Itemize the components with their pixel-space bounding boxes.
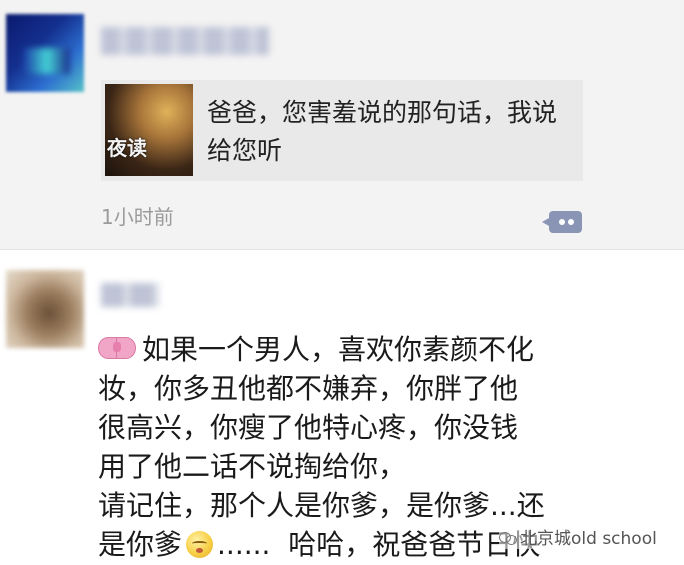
wechat-icon xyxy=(499,531,517,545)
post-text-line: ...... 哈哈，祝爸爸节日快 xyxy=(217,528,541,561)
article-title: 爸爸，您害羞说的那句话，我说给您听 xyxy=(207,98,558,165)
watermark: 北京城old school xyxy=(499,524,657,549)
user-name-1-blurred[interactable] xyxy=(101,27,269,55)
post-text-line: 妆，你多丑他都不嫌弃，你胖了他 xyxy=(98,372,519,405)
shared-article-card[interactable]: 夜读 爸爸，您害羞说的那句话，我说给您听 xyxy=(101,80,583,181)
article-thumbnail: 夜读 xyxy=(105,84,193,176)
thumbnail-label: 夜读 xyxy=(107,136,147,160)
moments-post-1: 夜读 爸爸，您害羞说的那句话，我说给您听 1小时前 xyxy=(0,0,684,249)
user-avatar-1[interactable] xyxy=(6,14,84,92)
watermark-text: 北京城old school xyxy=(520,529,657,549)
post-divider xyxy=(0,249,684,250)
ribbon-bow-emoji xyxy=(98,334,136,362)
user-avatar-2[interactable] xyxy=(6,270,84,348)
user-name-2-blurred[interactable] xyxy=(101,283,159,307)
post-text-line: 用了他二话不说掏给你， xyxy=(98,450,407,483)
comment-icon[interactable] xyxy=(542,211,582,233)
embarrassed-face-emoji xyxy=(186,531,214,558)
post-text-line: 请记住，那个人是你爹，是你爹...还 xyxy=(98,489,545,522)
post-text-line: 很高兴，你瘦了他特心疼，你没钱 xyxy=(98,411,519,444)
post-text-line: 是你爹 xyxy=(98,528,183,561)
post-text-line: 如果一个男人，喜欢你素颜不化 xyxy=(142,333,535,366)
post-timestamp: 1小时前 xyxy=(101,205,174,229)
